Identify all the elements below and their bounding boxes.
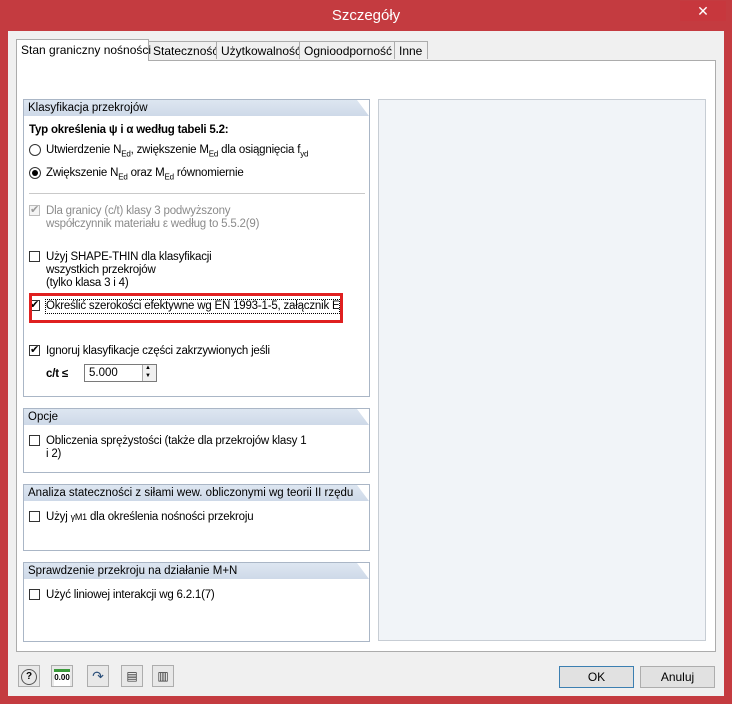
tab-ultimate-limit-state[interactable]: Stan graniczny nośności: [16, 39, 151, 61]
linear-interaction-label[interactable]: Użyć liniowej interakcji wg 6.2.1(7): [46, 589, 215, 602]
options-group: Opcje Obliczenia sprężystości (także dla…: [23, 408, 370, 473]
ok-button[interactable]: OK: [559, 666, 634, 688]
shape-thin-checkbox[interactable]: [29, 251, 40, 262]
shape-thin-line2: wszystkich przekrojów: [46, 264, 156, 276]
ct-value[interactable]: 5.000: [89, 367, 118, 379]
classification-group: Klasyfikacja przekrojów Typ określenia ψ…: [23, 99, 370, 397]
cancel-button[interactable]: Anuluj: [640, 666, 715, 688]
tab-fire-resistance[interactable]: Ognioodporność: [299, 41, 395, 59]
radio-fix-ned[interactable]: [29, 144, 41, 156]
export-button[interactable]: ▥: [152, 665, 174, 687]
ct-spin-arrows[interactable]: ▲ ▼: [142, 365, 156, 381]
import-button[interactable]: ▤: [121, 665, 143, 687]
ignore-curved-label[interactable]: Ignoruj klasyfikacje części zakrzywionyc…: [46, 345, 270, 358]
linear-interaction-checkbox[interactable]: [29, 589, 40, 600]
ct-label: c/t ≤: [46, 368, 68, 380]
classification-header: Klasyfikacja przekrojów: [24, 100, 369, 116]
shape-thin-line3: (tylko klasa 3 i 4): [46, 277, 129, 289]
help-button[interactable]: ?: [18, 665, 40, 687]
radio-fix-ned-label[interactable]: Utwierdzenie NEd, zwiększenie MEd dla os…: [46, 144, 308, 160]
default-button[interactable]: ↷: [87, 665, 109, 687]
default-arrow-icon: ↷: [92, 668, 104, 684]
import-icon: ▤: [126, 669, 138, 683]
spin-up-icon[interactable]: ▲: [145, 365, 151, 372]
ignore-curved-checkbox[interactable]: [29, 343, 40, 356]
gamma-label[interactable]: Użyj γM1 dla określenia nośności przekro…: [46, 511, 254, 524]
tab-panel: Klasyfikacja przekrojów Typ określenia ψ…: [16, 60, 716, 652]
ct-spinner[interactable]: 5.000 ▲ ▼: [84, 364, 157, 382]
tab-other[interactable]: Inne: [394, 41, 428, 59]
separator: [29, 193, 365, 194]
options-header: Opcje: [24, 409, 369, 425]
window-title: Szczegóły: [331, 7, 401, 24]
check-header: Sprawdzenie przekroju na działanie M+N: [24, 563, 369, 579]
help-icon: ?: [21, 669, 37, 685]
class3-factor-line2: współczynnik materiału ε według to 5.5.2…: [46, 218, 260, 230]
title-bar: Szczegóły ✕: [0, 0, 732, 32]
shape-thin-line1[interactable]: Użyj SHAPE-THIN dla klasyfikacji: [46, 251, 212, 264]
radio-increase-uniform[interactable]: [29, 167, 41, 179]
dialog-frame: Szczegóły ✕ Stan graniczny nośności Stat…: [0, 0, 732, 704]
dialog-client: Stan graniczny nośności Stateczność Użyt…: [8, 31, 724, 696]
elastic-line2: i 2): [46, 448, 62, 460]
export-icon: ▥: [157, 669, 169, 683]
elastic-checkbox[interactable]: [29, 435, 40, 446]
highlight-box: [29, 293, 343, 323]
tab-serviceability[interactable]: Użytkowalność: [216, 41, 301, 59]
gamma-checkbox[interactable]: [29, 511, 40, 522]
decimals-icon: 0.00: [54, 669, 70, 686]
type-label: Typ określenia ψ i α według tabeli 5.2:: [29, 124, 229, 136]
spin-down-icon[interactable]: ▼: [145, 373, 151, 380]
decimals-button[interactable]: 0.00: [51, 665, 73, 687]
preview-panel: [378, 99, 706, 641]
class3-factor-line1: Dla granicy (c/t) klasy 3 podwyższony: [46, 205, 231, 217]
tab-stability[interactable]: Stateczność: [148, 41, 218, 59]
stability-header: Analiza stateczności z siłami wew. oblic…: [24, 485, 369, 501]
radio-increase-uniform-label[interactable]: Zwiększenie NEd oraz MEd równomiernie: [46, 167, 244, 183]
class3-factor-checkbox: [29, 203, 40, 216]
stability-group: Analiza stateczności z siłami wew. oblic…: [23, 484, 370, 551]
check-group: Sprawdzenie przekroju na działanie M+N U…: [23, 562, 370, 642]
elastic-line1[interactable]: Obliczenia sprężystości (także dla przek…: [46, 435, 307, 448]
close-button[interactable]: ✕: [680, 1, 726, 21]
